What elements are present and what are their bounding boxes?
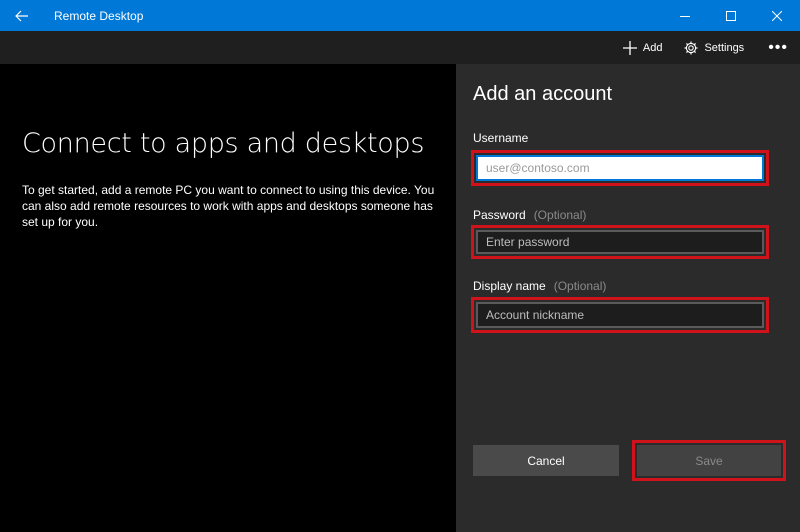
minimize-button[interactable]: [662, 0, 708, 31]
welcome-pane: Connect to apps and desktops To get star…: [0, 64, 456, 532]
plus-icon: [622, 40, 637, 55]
password-highlight: [471, 225, 769, 259]
window-controls: [662, 0, 800, 31]
display-name-optional-hint: (Optional): [553, 279, 607, 293]
close-icon: [772, 10, 782, 21]
username-label-text: Username: [473, 131, 529, 145]
username-highlight: [471, 150, 769, 186]
username-label: Username: [473, 131, 528, 145]
welcome-heading: Connect to apps and desktops: [22, 128, 425, 159]
add-button[interactable]: Add: [622, 40, 663, 55]
minimize-icon: [680, 15, 690, 17]
username-input[interactable]: [476, 155, 764, 181]
add-label: Add: [642, 41, 663, 54]
panel-title: Add an account: [473, 83, 612, 105]
cancel-button[interactable]: Cancel: [473, 445, 619, 476]
save-button[interactable]: Save: [637, 445, 781, 476]
back-arrow-icon: [15, 10, 28, 21]
maximize-button[interactable]: [708, 0, 754, 31]
close-button[interactable]: [754, 0, 800, 31]
window-title: Remote Desktop: [54, 8, 144, 23]
display-name-highlight: [471, 297, 769, 333]
maximize-icon: [726, 10, 736, 21]
password-optional-hint: (Optional): [533, 208, 587, 222]
settings-label: Settings: [704, 41, 745, 54]
settings-button[interactable]: Settings: [684, 41, 744, 55]
display-name-input[interactable]: [476, 302, 764, 328]
welcome-description: To get started, add a remote PC you want…: [22, 183, 435, 229]
title-bar: Remote Desktop: [0, 0, 800, 31]
gear-icon: [684, 41, 698, 54]
display-name-label: Display name (Optional): [473, 279, 606, 293]
password-label-text: Password: [473, 208, 526, 222]
more-options-button[interactable]: •••: [768, 39, 788, 56]
add-account-panel: Add an account Username Password (Optiona…: [456, 64, 800, 532]
app-toolbar: Add Settings •••: [0, 31, 800, 64]
password-label: Password (Optional): [473, 208, 586, 222]
back-button[interactable]: [0, 0, 44, 31]
save-highlight: Save: [632, 440, 786, 481]
display-name-label-text: Display name: [473, 279, 546, 293]
password-input[interactable]: [476, 230, 764, 254]
